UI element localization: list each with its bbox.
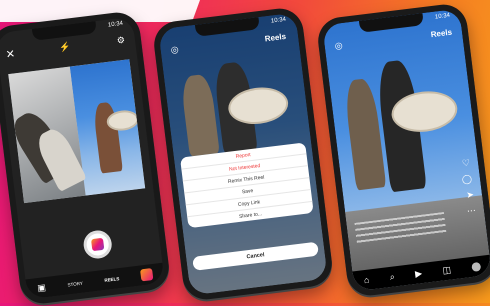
phone-camera: 10:34 ✕ ⚡ ⚙ ▣ STORY REELS (0, 9, 172, 306)
flash-icon[interactable]: ⚡ (59, 41, 71, 52)
menu-screen: 10:34 Reels ◎ Report Not Interested Remi… (158, 12, 328, 296)
camera-bottom-bar: ▣ STORY REELS (25, 262, 165, 300)
reels-icon[interactable]: ▶ (414, 268, 422, 279)
notch (31, 21, 97, 41)
tab-story[interactable]: STORY (67, 280, 83, 287)
share-icon[interactable]: ➤ (466, 189, 475, 200)
status-time: 10:34 (107, 20, 124, 29)
split-preview (8, 59, 146, 204)
settings-icon[interactable]: ⚙ (116, 35, 125, 46)
avatar[interactable] (470, 261, 481, 272)
camera-icon[interactable]: ◎ (170, 44, 179, 55)
close-icon[interactable]: ✕ (5, 48, 16, 61)
tab-reels[interactable]: REELS (104, 276, 120, 283)
like-icon[interactable]: ♡ (461, 157, 470, 168)
capture-button[interactable] (82, 228, 114, 261)
feed-screen: 10:34 Reels ◎ ♡ ◯ ➤ ⋯ ⌂ ⌕ ▶ ◫ (322, 8, 490, 292)
shop-icon[interactable]: ◫ (442, 264, 452, 275)
comment-icon[interactable]: ◯ (461, 173, 472, 184)
phone-menu: 10:34 Reels ◎ Report Not Interested Remi… (151, 5, 335, 303)
home-icon[interactable]: ⌂ (363, 274, 370, 285)
phone-reels-feed: 10:34 Reels ◎ ♡ ◯ ➤ ⋯ ⌂ ⌕ ▶ ◫ (315, 1, 490, 299)
search-icon[interactable]: ⌕ (389, 271, 395, 282)
effects-thumb[interactable] (140, 268, 154, 282)
camera-icon[interactable]: ◎ (334, 40, 343, 51)
gallery-icon[interactable]: ▣ (37, 282, 47, 293)
camera-screen: 10:34 ✕ ⚡ ⚙ ▣ STORY REELS (0, 16, 165, 300)
more-icon[interactable]: ⋯ (466, 205, 476, 216)
